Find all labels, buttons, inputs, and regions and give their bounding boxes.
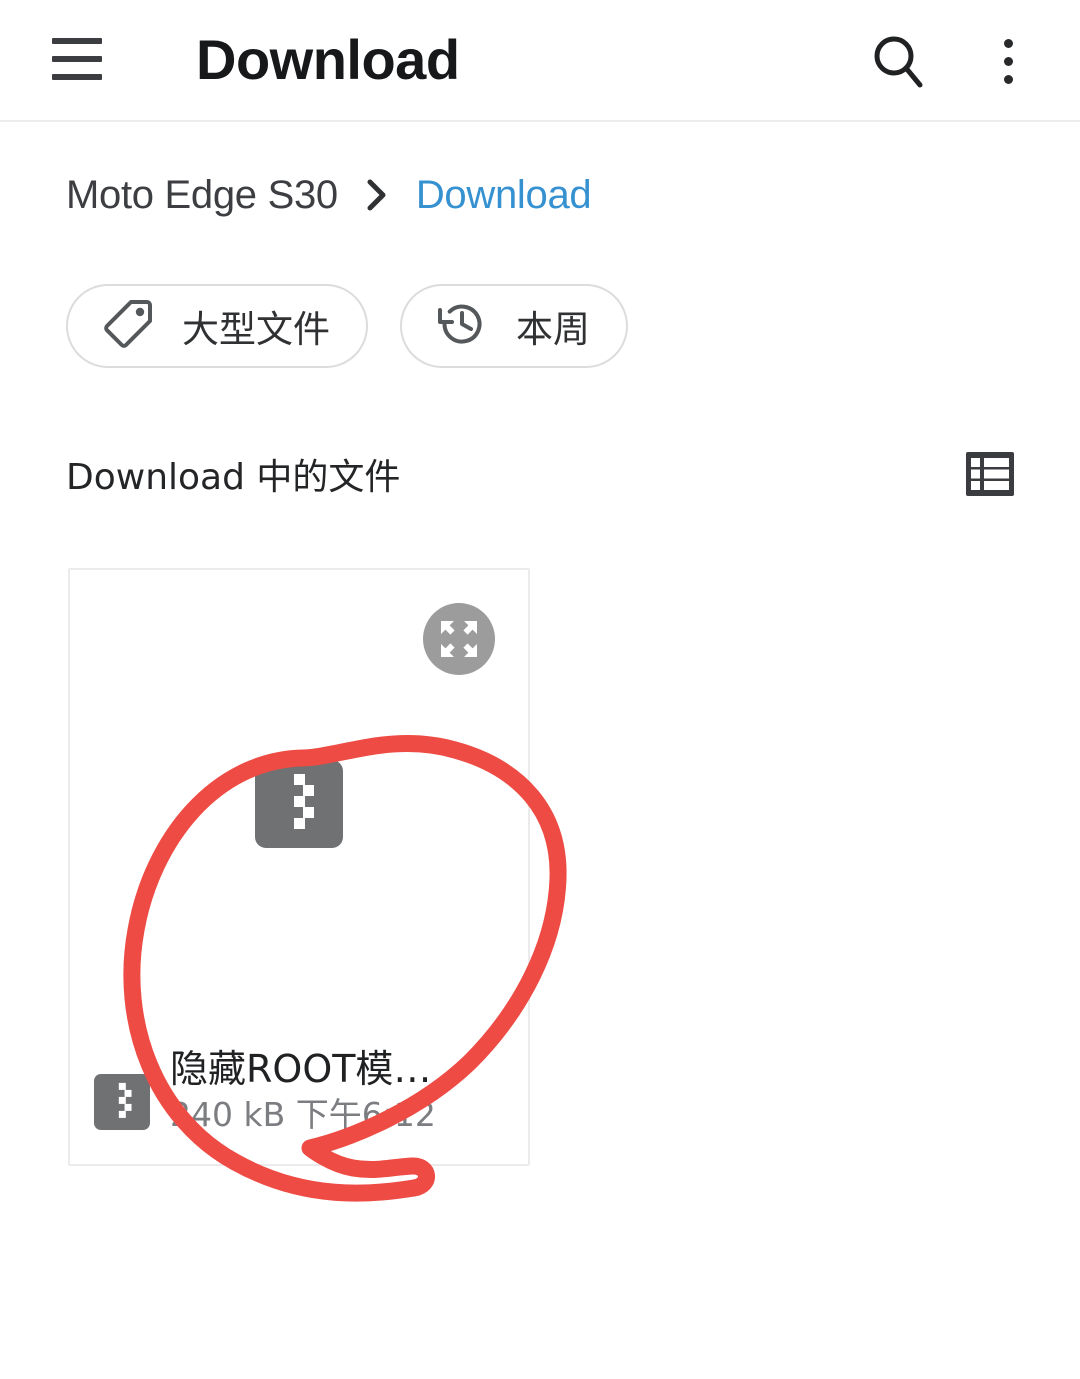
expand-fullscreen-icon[interactable] [423,603,495,675]
zip-archive-icon [94,1074,150,1130]
breadcrumb: Moto Edge S30 Download [66,162,592,228]
download-files-screen: Download Moto Edge S30 Download 大型文件 本周 … [0,0,1080,1379]
section-title: Download 中的文件 [66,457,401,498]
list-view-icon[interactable] [960,446,1020,502]
hamburger-menu-icon[interactable] [52,38,102,80]
hamburger-bar [52,56,102,62]
zip-archive-icon [255,760,343,848]
section-header: Download 中的文件 [66,444,1020,504]
filter-chip-this-week[interactable]: 本周 [400,284,628,368]
more-vertical-icon[interactable] [978,26,1038,96]
kebab-dot [1003,56,1013,66]
tag-icon [100,296,156,357]
filter-chip-label: 大型文件 [182,308,330,351]
search-icon[interactable] [864,26,934,96]
kebab-dot [1003,74,1013,84]
file-card[interactable]: 隐藏ROOT模… 240 kB 下午6:12 [68,568,530,1166]
breadcrumb-item-device[interactable]: Moto Edge S30 [66,173,338,218]
hamburger-bar [52,38,102,44]
filter-chip-large-files[interactable]: 大型文件 [66,284,368,368]
kebab-dot [1003,38,1013,48]
history-clock-icon [434,296,490,357]
file-meta: 隐藏ROOT模… 240 kB 下午6:12 [170,1044,506,1136]
app-bar: Download [0,0,1080,122]
chevron-right-icon [364,175,390,215]
file-grid: 隐藏ROOT模… 240 kB 下午6:12 [68,568,530,1166]
filter-chip-label: 本周 [516,308,590,351]
file-card-footer: 隐藏ROOT模… 240 kB 下午6:12 [70,1044,528,1136]
file-size-and-time: 240 kB 下午6:12 [170,1095,436,1134]
filter-chip-row: 大型文件 本周 [66,284,628,368]
hamburger-bar [52,74,102,80]
file-name: 隐藏ROOT模… [170,1047,432,1091]
breadcrumb-item-download[interactable]: Download [416,173,592,218]
page-title: Download [196,28,460,91]
